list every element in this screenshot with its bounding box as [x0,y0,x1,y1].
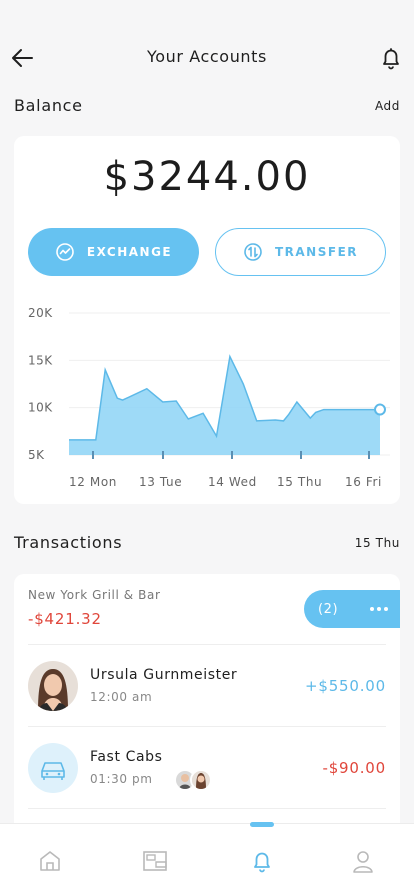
notification-bell-icon[interactable] [378,45,404,71]
y-tick-label: 20K [28,306,53,320]
transaction-row[interactable]: Fast Cabs 01:30 pm -$90.00 [14,727,400,809]
transfer-button[interactable]: TRANSFER [215,228,386,276]
balance-title: Balance [14,96,83,115]
y-tick-label: 15K [28,353,53,367]
active-tab-indicator [250,822,274,827]
user-icon[interactable] [350,848,376,874]
merchant-name: New York Grill & Bar [28,588,161,602]
row-divider [28,808,386,809]
transfer-icon [244,243,262,261]
home-icon[interactable] [37,848,63,874]
page-title: Your Accounts [147,47,267,66]
wallet-icon[interactable] [142,848,168,874]
transaction-amount: -$90.00 [322,759,386,777]
x-tick-label: 13 Tue [139,475,182,489]
contact-name: Ursula Gurnmeister [90,667,238,683]
exchange-label: EXCHANGE [86,245,173,259]
transaction-actions-pill[interactable]: (2) [304,590,400,628]
balance-section-header: Balance Add [14,96,400,115]
avatar [190,769,212,791]
transactions-date[interactable]: 15 Thu [355,536,400,550]
transaction-time: 01:30 pm [90,772,153,786]
transactions-section-header: Transactions 15 Thu [14,533,400,552]
transaction-amount: +$550.00 [305,677,386,695]
avatar [28,661,78,711]
balance-chart: 20K 15K 10K 5K 12 Mon 13 Tue 14 Wed 15 Thu 16 Fr… [28,306,390,489]
taxi-avatar [28,743,78,793]
balance-card: $3244.00 EXCHANGE TRANSFER 20K 15K 10K 5K 12… [14,136,400,504]
x-tick-label: 12 Mon [69,475,117,489]
bell-icon[interactable] [249,848,275,874]
x-tick-label: 16 Fri [345,475,382,489]
transaction-row[interactable]: New York Grill & Bar -$421.32 (2) [14,574,400,645]
transaction-amount: -$421.32 [28,610,102,628]
y-tick-label: 10K [28,401,53,415]
x-tick-label: 15 Thu [277,475,322,489]
transactions-title: Transactions [14,533,123,552]
exchange-icon [56,243,74,261]
transactions-card: New York Grill & Bar -$421.32 (2) Ursula… [14,574,400,834]
car-icon [41,762,65,780]
bottom-tab-bar [0,822,414,896]
transaction-count-badge: (2) [318,601,339,617]
exchange-button[interactable]: EXCHANGE [28,228,199,276]
area-series [69,356,380,455]
last-point-marker [374,403,386,416]
balance-amount: $3244.00 [103,154,311,200]
y-tick-label: 5K [28,448,45,462]
more-options-icon[interactable] [370,607,388,611]
transaction-row[interactable]: Ursula Gurnmeister 12:00 am +$550.00 [14,645,400,727]
app-header: Your Accounts [0,0,414,90]
add-link[interactable]: Add [375,99,400,113]
merchant-name: Fast Cabs [90,749,163,765]
participants-avatars [174,769,212,791]
transaction-time: 12:00 am [90,690,153,704]
x-tick-label: 14 Wed [208,475,257,489]
transfer-label: TRANSFER [274,245,359,259]
